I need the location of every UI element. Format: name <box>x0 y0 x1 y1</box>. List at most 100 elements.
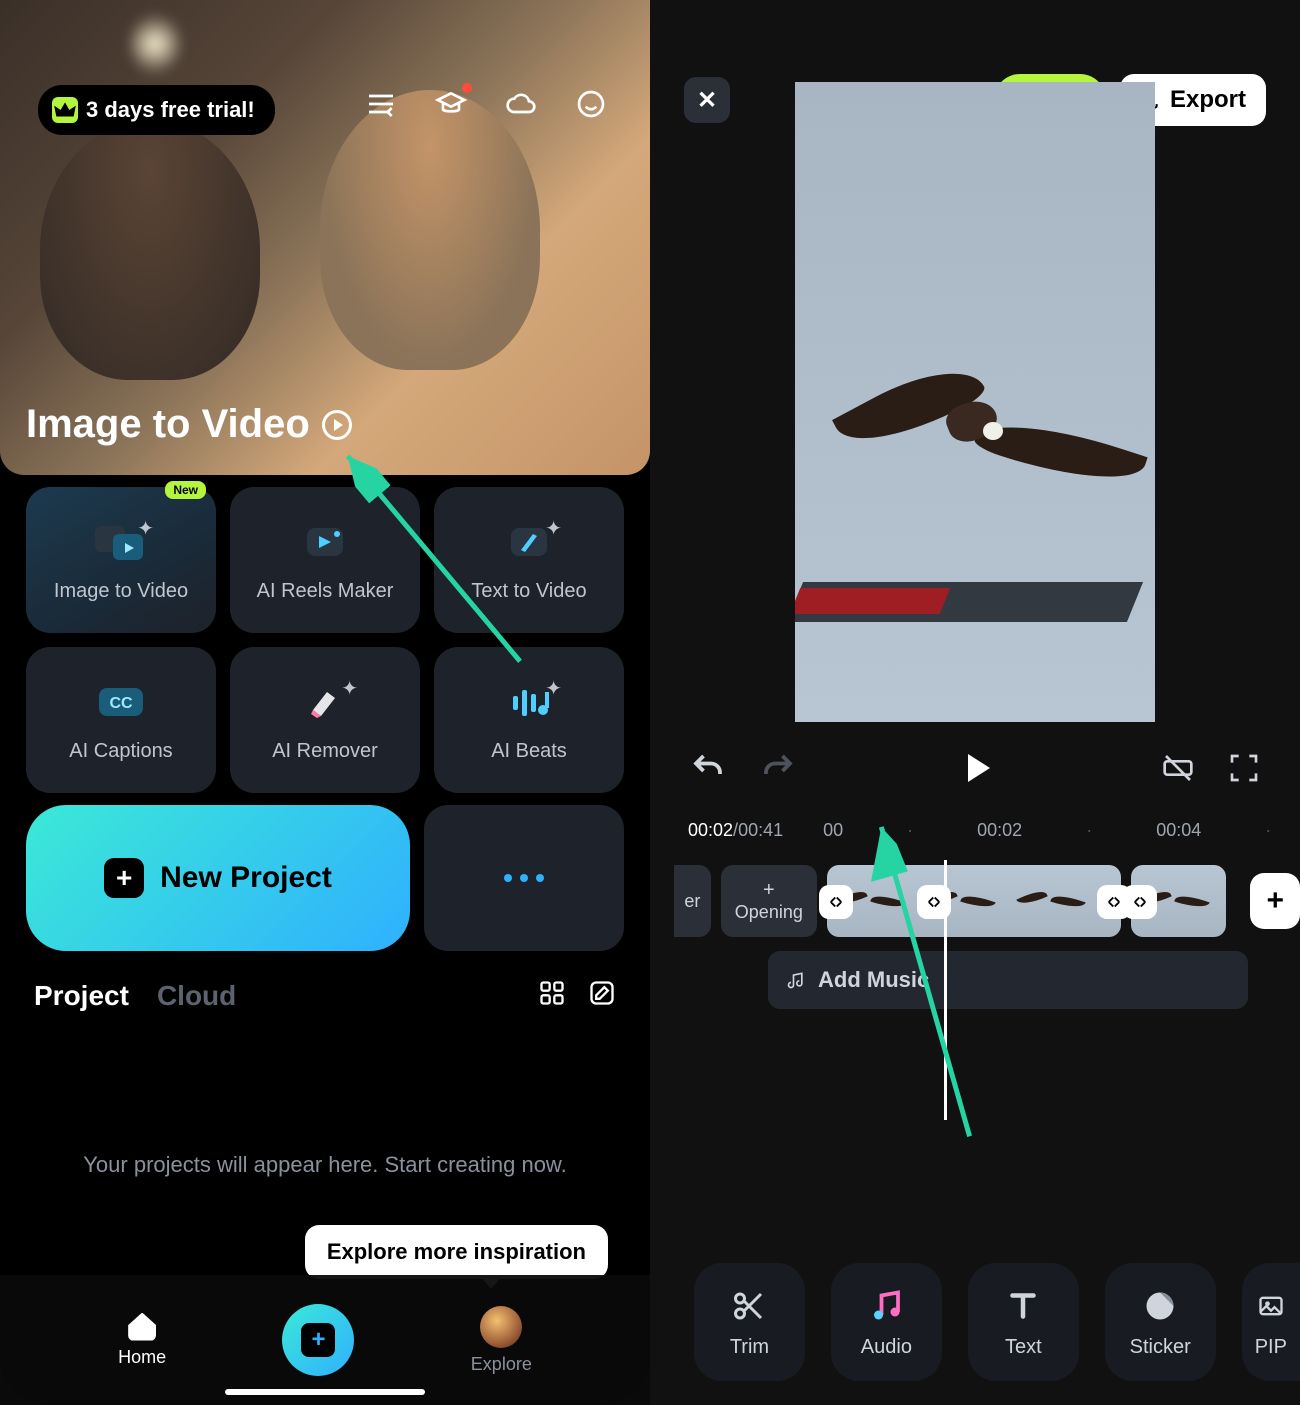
tick-2: 00:04 <box>1156 820 1201 841</box>
clip-opening-label: Opening <box>735 902 803 923</box>
tick-1: 00:02 <box>977 820 1022 841</box>
empty-projects-message: Your projects will appear here. Start cr… <box>0 1152 650 1178</box>
tools-row: Trim Audio Text Sticker PIP <box>650 1263 1300 1381</box>
feature-image-to-video[interactable]: New ✦ Image to Video <box>26 487 216 633</box>
trial-pill[interactable]: 3 days free trial! <box>38 85 275 135</box>
nav-explore-label: Explore <box>471 1354 532 1375</box>
home-screen: 3 days free trial! Image to Video New <box>0 0 650 1405</box>
audio-icon <box>866 1286 906 1326</box>
time-current: 00:02 <box>688 820 733 840</box>
tool-trim[interactable]: Trim <box>694 1263 805 1381</box>
edu-icon[interactable] <box>432 85 470 123</box>
preview-overlay-stripe-red <box>795 588 950 614</box>
sticker-icon <box>1140 1286 1180 1326</box>
crown-icon <box>52 97 78 123</box>
hero-lamp-glow <box>130 14 180 74</box>
tool-label: PIP <box>1255 1336 1287 1359</box>
nav-home[interactable]: Home <box>118 1313 166 1368</box>
image-video-icon: ✦ <box>92 518 150 566</box>
plus-icon: + <box>763 879 775 902</box>
trim-icon <box>729 1286 769 1326</box>
home-indicator <box>225 1389 425 1395</box>
add-music-button[interactable]: Add Music <box>768 951 1248 1009</box>
new-badge: New <box>165 481 206 499</box>
add-clip-button[interactable]: + <box>1250 873 1300 929</box>
video-preview[interactable] <box>795 82 1155 722</box>
clip-opening[interactable]: + Opening <box>721 865 817 937</box>
editor-screen: ✕ Pro Export 00:02/00:41 00 · 00:02 · <box>650 0 1300 1405</box>
video-clip-2[interactable] <box>1131 865 1227 937</box>
text-video-icon: ✦ <box>500 518 558 566</box>
preview-eagle-image <box>805 352 1145 492</box>
tool-sticker[interactable]: Sticker <box>1105 1263 1216 1381</box>
close-button[interactable]: ✕ <box>684 77 730 123</box>
feature-label: AI Captions <box>69 740 172 763</box>
hero-title-row[interactable]: Image to Video <box>26 402 352 447</box>
edit-icon[interactable] <box>588 979 616 1012</box>
bottom-nav: Home + Explore <box>0 1275 650 1405</box>
feature-ai-captions[interactable]: CC AI Captions <box>26 647 216 793</box>
clip-cover[interactable]: er <box>674 865 711 937</box>
hero-title-text: Image to Video <box>26 402 310 447</box>
svg-text:CC: CC <box>109 695 133 712</box>
explore-avatar-icon <box>480 1306 522 1348</box>
tool-label: Sticker <box>1130 1336 1191 1359</box>
feature-label: AI Reels Maker <box>257 580 394 603</box>
play-circle-icon <box>322 410 352 440</box>
feature-label: AI Remover <box>272 740 378 763</box>
text-icon <box>1003 1286 1043 1326</box>
tool-text[interactable]: Text <box>968 1263 1079 1381</box>
export-label: Export <box>1170 86 1246 114</box>
top-icons <box>362 85 610 123</box>
cloud-icon[interactable] <box>502 85 540 123</box>
feature-ai-beats[interactable]: ✦ AI Beats <box>434 647 624 793</box>
nav-create-button[interactable]: + <box>282 1304 354 1376</box>
plus-icon: + <box>104 858 144 898</box>
more-button[interactable] <box>424 805 624 951</box>
plus-icon: + <box>301 1323 335 1357</box>
trial-text: 3 days free trial! <box>86 97 255 123</box>
new-project-label: New Project <box>160 861 332 895</box>
tool-label: Audio <box>861 1336 912 1359</box>
smile-icon[interactable] <box>572 85 610 123</box>
grid-view-icon[interactable] <box>538 979 566 1012</box>
explore-tooltip: Explore more inspiration <box>305 1225 608 1279</box>
beats-icon: ✦ <box>500 678 558 726</box>
tab-cloud[interactable]: Cloud <box>157 980 236 1012</box>
video-track[interactable]: er + Opening + <box>650 841 1300 937</box>
undo-button[interactable] <box>690 750 726 786</box>
feature-label: AI Beats <box>491 740 567 763</box>
feature-label: Image to Video <box>54 580 188 603</box>
new-project-button[interactable]: + New Project <box>26 805 410 951</box>
tab-project[interactable]: Project <box>34 980 129 1012</box>
fullscreen-icon[interactable] <box>1228 752 1260 784</box>
time-total: 00:41 <box>738 820 783 840</box>
settings-list-icon[interactable] <box>362 85 400 123</box>
tool-audio[interactable]: Audio <box>831 1263 942 1381</box>
hero-banner[interactable]: 3 days free trial! Image to Video <box>0 0 650 475</box>
home-icon <box>128 1313 156 1341</box>
transition-button[interactable] <box>1123 885 1157 919</box>
feature-ai-remover[interactable]: ✦ AI Remover <box>230 647 420 793</box>
nav-home-label: Home <box>118 1347 166 1368</box>
feature-grid: New ✦ Image to Video AI Reels Maker ✦ Te… <box>0 475 650 793</box>
cta-row: + New Project <box>0 793 650 951</box>
play-button[interactable] <box>968 754 990 782</box>
captions-icon: CC <box>92 678 150 726</box>
tool-label: Text <box>1005 1336 1042 1359</box>
redo-button[interactable] <box>760 750 796 786</box>
hdr-off-icon[interactable] <box>1162 752 1194 784</box>
notification-dot <box>462 83 472 93</box>
timeline-ruler[interactable]: 00:02/00:41 00 · 00:02 · 00:04 · 00:06 <box>650 814 1300 841</box>
remover-icon: ✦ <box>296 678 354 726</box>
clip-cover-label: er <box>684 891 700 912</box>
player-controls <box>650 722 1300 814</box>
tool-label: Trim <box>730 1336 769 1359</box>
audio-track: Add Music <box>768 951 1300 1009</box>
pip-icon <box>1251 1286 1291 1326</box>
nav-explore[interactable]: Explore <box>471 1306 532 1375</box>
transition-button[interactable] <box>819 885 853 919</box>
music-note-icon <box>786 970 806 990</box>
tool-pip[interactable]: PIP <box>1242 1263 1300 1381</box>
projects-tab-row: Project Cloud <box>0 951 650 1012</box>
